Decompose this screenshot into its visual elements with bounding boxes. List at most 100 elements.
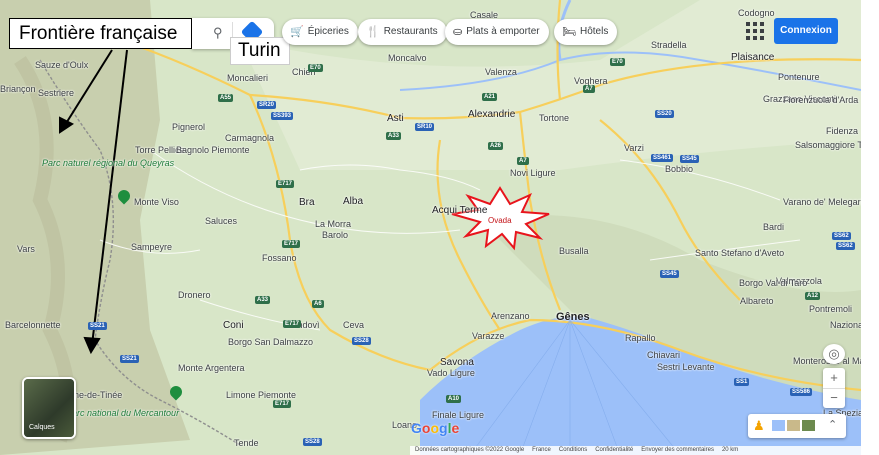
city-label[interactable]: Vado Ligure [427,368,475,378]
chip-takeout[interactable]: ⛀ Plats à emporter [445,19,549,45]
login-button[interactable]: Connexion [774,18,838,44]
city-label[interactable]: Limone Piemonte [226,390,296,400]
road-shield: A7 [583,85,595,93]
city-label[interactable]: Stradella [651,40,687,50]
city-label[interactable]: Sestriere [38,88,74,98]
road-shield: SS20 [655,110,674,118]
city-label[interactable]: Bagnolo Piemonte [176,145,250,155]
privacy-link[interactable]: Confidentialité [595,446,633,455]
country-link[interactable]: France [532,446,551,455]
city-label[interactable]: Albareto [740,296,774,306]
city-label[interactable]: Monte Viso [134,197,179,207]
park-label: Parc naturel régional du Queyras [42,158,175,168]
layers-button[interactable]: Calques [22,377,76,439]
city-label[interactable]: Vars [17,244,35,254]
city-label[interactable]: Codogno [738,8,775,18]
city-label[interactable]: Alexandrie [468,109,515,120]
city-label[interactable]: Tortone [539,113,569,123]
city-label[interactable]: Monte Argentera [178,363,245,373]
city-label[interactable]: Nazionale [830,320,861,330]
city-label[interactable]: Borgo San Dalmazzo [228,337,313,347]
page-margin [861,0,879,455]
city-label[interactable]: Santo Stefano d'Aveto [695,248,784,258]
terms-link[interactable]: Conditions [559,446,587,455]
chip-hotels[interactable]: 🛏 Hôtels [554,19,618,45]
map-canvas[interactable]: Casale Codogno Moncalvo Valenza Stradella Pla… [0,0,861,455]
apps-grid-icon[interactable] [746,22,764,40]
city-label[interactable]: Alba [343,196,363,207]
city-label[interactable]: Fiorenzuola d'Arda [783,95,858,105]
city-label[interactable]: Pontremoli [809,304,852,314]
zoom-in-button[interactable]: + [823,368,845,388]
road-shield: SS21 [120,355,139,363]
city-label[interactable]: Coni [223,320,244,331]
city-label[interactable]: Sauze d'Oulx [35,60,88,70]
city-label[interactable]: Busalla [559,246,589,256]
city-label[interactable]: Salsomaggiore Terme [795,140,861,150]
google-logo: Google [411,420,460,436]
map-thumb[interactable] [772,420,785,431]
city-label[interactable]: Valenza [485,67,517,77]
city-label[interactable]: Arenzano [491,311,530,321]
city-label[interactable]: Ceva [343,320,364,330]
city-label[interactable]: Fidenza [826,126,858,136]
city-label[interactable]: Barcelonnette [5,320,61,330]
city-label[interactable]: Barolo [322,230,348,240]
city-label[interactable]: Plaisance [731,52,774,63]
city-label[interactable]: Savona [440,357,474,368]
layers-label: Calques [29,424,55,431]
road-shield: A12 [805,292,821,300]
city-label[interactable]: Acqui Terme [432,205,487,216]
park-label: Parc national du Mercantour [66,408,180,418]
city-label[interactable]: Pignerol [172,122,205,132]
chip-label: Hôtels [579,26,609,37]
city-label[interactable]: Bardi [763,222,784,232]
city-label[interactable]: Rapallo [625,333,656,343]
road-shield: A55 [218,94,234,102]
road-shield: SS393 [271,112,294,120]
road-shield: SS28 [352,337,371,345]
satellite-thumb-small[interactable] [802,420,815,431]
city-label[interactable]: Dronero [178,290,211,300]
city-label[interactable]: Pontenure [778,72,820,82]
road-shield: SS21 [88,322,107,330]
city-label[interactable]: Varazze [472,331,504,341]
road-shield: A26 [488,142,504,150]
city-label[interactable]: Moncalieri [227,73,268,83]
city-label[interactable]: Varzi [624,143,644,153]
expand-icon[interactable]: ⌃ [828,418,837,431]
pegman-icon[interactable]: ♟ [753,418,765,434]
map-type-thumbnails: ♟ ⌃ [748,414,846,438]
road-shield: SS461 [651,154,674,162]
feedback-link[interactable]: Envoyer des commentaires [641,446,714,455]
city-label[interactable]: Varano de' Melegari [783,197,861,207]
zoom-out-button[interactable]: − [823,388,845,409]
search-icon[interactable]: ⚲ [213,25,223,41]
terrain-thumb[interactable] [787,420,800,431]
road-shield: E717 [282,240,301,248]
city-label[interactable]: Tende [234,438,259,448]
city-label[interactable]: Finale Ligure [432,410,484,420]
city-label[interactable]: Gênes [556,311,590,323]
city-label[interactable]: Novi Ligure [510,168,556,178]
my-location-button[interactable]: ◎ [823,344,845,364]
chip-restaurants[interactable]: 🍴 Restaurants [358,19,447,45]
road-shield: SS28 [303,438,322,446]
city-label[interactable]: Chiavari [647,350,680,360]
city-label[interactable]: Fossano [262,253,297,263]
city-label[interactable]: Sampeyre [131,242,172,252]
city-label[interactable]: Moncalvo [388,53,427,63]
city-label[interactable]: Borgo Val di Taro [739,278,807,288]
fork-knife-icon: 🍴 [366,26,380,38]
city-label[interactable]: Bobbio [665,164,693,174]
road-shield: E70 [610,58,625,66]
city-label[interactable]: Carmagnola [225,133,274,143]
chip-groceries[interactable]: 🛒 Épiceries [282,19,358,45]
city-label[interactable]: La Morra [315,219,351,229]
city-label[interactable]: Sestri Levante [657,362,715,372]
city-label[interactable]: Asti [387,113,404,124]
city-label[interactable]: Saluces [205,216,237,226]
city-label[interactable]: Briançon [0,84,36,94]
road-shield: A21 [482,93,498,101]
city-label[interactable]: Bra [299,197,315,208]
